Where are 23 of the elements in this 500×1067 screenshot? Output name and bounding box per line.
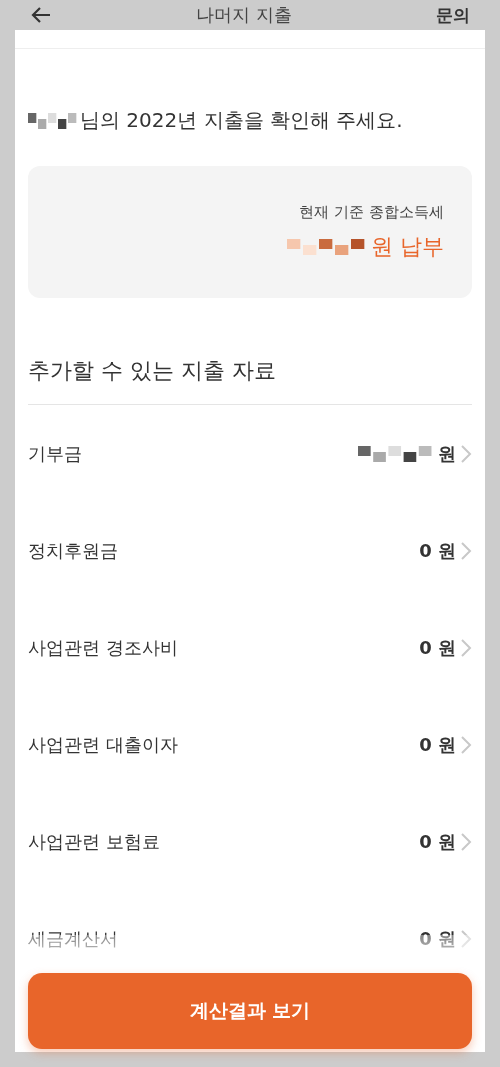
- expense-amount: 0 원: [419, 538, 456, 563]
- section-title: 추가할 수 있는 지출 자료: [28, 356, 472, 405]
- chevron-right-icon: [460, 831, 472, 852]
- chevron-right-icon: [460, 540, 472, 561]
- expense-label[interactable]: 기부금: [28, 441, 82, 466]
- expense-amount: 원: [438, 441, 456, 466]
- chevron-right-icon: [460, 734, 472, 755]
- greeting-text: 님의 2022년 지출을 확인해 주세요.: [80, 107, 403, 134]
- expense-amount: 0 원: [419, 732, 456, 757]
- expense-label[interactable]: 사업관련 경조사비: [28, 635, 178, 660]
- expense-label[interactable]: 정치후원금: [28, 538, 118, 563]
- expense-amount: 0 원: [419, 926, 456, 951]
- expense-label[interactable]: 사업관련 대출이자: [28, 732, 178, 757]
- expense-label[interactable]: 사업관련 보험료: [28, 829, 160, 854]
- back-arrow-icon[interactable]: [30, 6, 52, 24]
- chevron-right-icon: [460, 637, 472, 658]
- page-title: 나머지 지출: [196, 3, 292, 27]
- expense-amount: 0 원: [419, 829, 456, 854]
- tax-amount: 원 납부: [371, 232, 444, 261]
- tax-label: 현재 기준 종합소득세: [299, 202, 444, 222]
- chevron-right-icon: [460, 443, 472, 464]
- expense-amount: 0 원: [419, 635, 456, 660]
- inquiry-link[interactable]: 문의: [436, 3, 470, 27]
